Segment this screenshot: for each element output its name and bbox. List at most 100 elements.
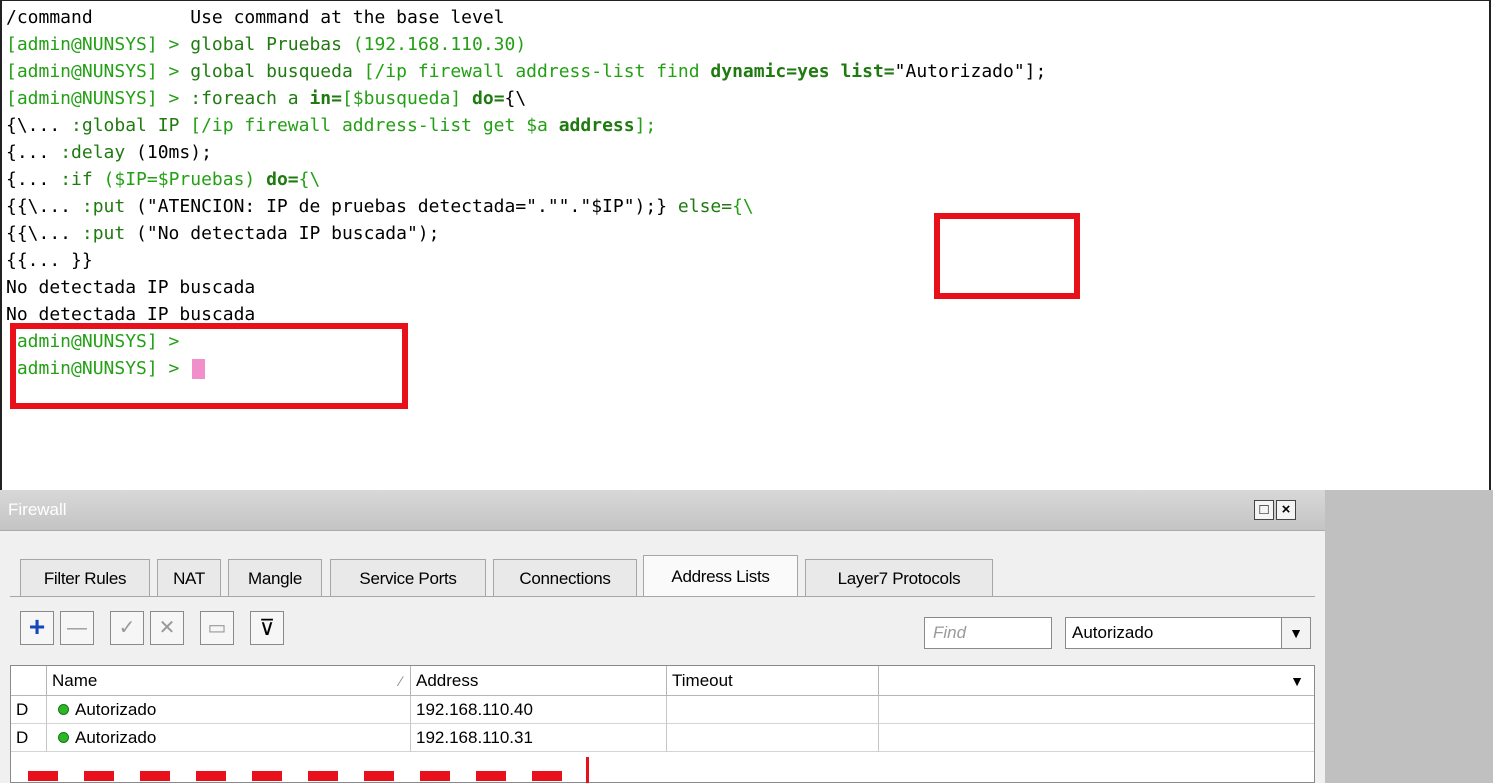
terminal-output: No detectada IP buscada [6, 304, 256, 325]
row-flag: D [11, 724, 47, 752]
terminal-command: :put [81, 223, 137, 244]
remove-button[interactable]: — [60, 611, 94, 645]
highlight-dash [532, 771, 562, 781]
tab-service-ports[interactable]: Service Ports [330, 559, 486, 597]
terminal-command: global Pruebas [190, 34, 353, 55]
address-list-filter-select[interactable]: Autorizado ▼ [1065, 617, 1311, 649]
terminal-command: :foreach a [190, 88, 310, 109]
terminal-line: [admin@NUNSYS] > :foreach a in=[$busqued… [6, 86, 526, 112]
dropdown-arrow-icon[interactable]: ▼ [1281, 618, 1310, 648]
terminal-line: /command Use command at the base level [6, 5, 505, 31]
terminal-line: {{\... :put ("No detectada IP buscada"); [6, 221, 439, 247]
terminal-argument: ("ATENCION: IP de pruebas detectada=".""… [136, 196, 668, 217]
terminal-text: /command Use command at the base level [6, 7, 505, 28]
firewall-body: Filter Rules NAT Mangle Service Ports Co… [0, 531, 1326, 783]
terminal-line: {... :delay (10ms); [6, 140, 212, 166]
restore-icon: □ [1259, 501, 1269, 518]
terminal-continuation: {... [6, 169, 61, 190]
close-button[interactable]: × [1276, 500, 1296, 520]
terminal-keyword: dynamic=yes list= [710, 61, 895, 82]
terminal-command: :put [81, 196, 137, 217]
side-panel [1325, 490, 1493, 783]
highlight-dash [84, 771, 114, 781]
column-header-extra[interactable]: ▼ [879, 666, 1314, 696]
highlight-box-output [10, 323, 408, 409]
terminal-window[interactable]: /command Use command at the base level [… [0, 0, 1491, 490]
row-address: 192.168.110.31 [411, 724, 667, 752]
status-dot-icon [58, 732, 69, 744]
terminal-argument: [$busqueda] [341, 88, 473, 109]
tab-filter-rules[interactable]: Filter Rules [20, 559, 150, 597]
terminal-prompt: [admin@NUNSYS] > [6, 34, 191, 55]
row-flag: D [11, 696, 47, 724]
terminal-command: :if [60, 169, 104, 190]
filter-icon: ⊽ [258, 615, 276, 640]
highlight-dash [252, 771, 282, 781]
highlight-box-else [934, 213, 1080, 299]
terminal-command: :global IP [71, 115, 191, 136]
terminal-command: :delay [60, 142, 137, 163]
terminal-output: No detectada IP buscada [6, 277, 256, 298]
enable-button[interactable]: ✓ [110, 611, 144, 645]
terminal-keyword: do= [472, 88, 505, 109]
terminal-argument: [/ip firewall address-list find [363, 61, 711, 82]
column-header-address[interactable]: Address [411, 666, 667, 696]
highlight-dash [28, 771, 58, 781]
column-menu-icon[interactable]: ▼ [1290, 666, 1304, 696]
close-icon: × [1281, 501, 1291, 518]
terminal-string: "Autorizado"]; [894, 61, 1047, 82]
tab-connections[interactable]: Connections [493, 559, 637, 597]
terminal-prompt: [admin@NUNSYS] > [6, 88, 191, 109]
comment-icon: ▭ [207, 617, 227, 639]
address-list-filter-value: Autorizado [1072, 623, 1154, 642]
terminal-command: global busqueda [190, 61, 364, 82]
tab-divider [10, 596, 1315, 597]
terminal-line: [admin@NUNSYS] > global Pruebas (192.168… [6, 32, 526, 58]
terminal-keyword: do= [266, 169, 299, 190]
disable-button[interactable]: ✕ [150, 611, 184, 645]
terminal-line: {\... :global IP [/ip firewall address-l… [6, 113, 656, 139]
row-address: 192.168.110.40 [411, 696, 667, 724]
terminal-continuation: {{... }} [6, 250, 93, 271]
row-name-text: Autorizado [75, 700, 157, 719]
column-label-name: Name [52, 671, 98, 690]
comment-button[interactable]: ▭ [200, 611, 234, 645]
restore-button[interactable]: □ [1254, 500, 1274, 520]
firewall-window: Firewall □ × Filter Rules NAT Mangle Ser… [0, 490, 1493, 783]
terminal-keyword: else= [667, 196, 733, 217]
add-button[interactable]: + [20, 611, 54, 645]
check-icon: ✓ [118, 617, 136, 639]
highlight-dash [364, 771, 394, 781]
terminal-line: {... :if ($IP=$Pruebas) do={\ [6, 167, 320, 193]
terminal-argument: ("No detectada IP buscada"); [136, 223, 440, 244]
column-header-flag[interactable] [11, 666, 47, 696]
highlight-dash [586, 757, 589, 783]
terminal-prompt: [admin@NUNSYS] > [6, 61, 191, 82]
filter-button[interactable]: ⊽ [250, 611, 284, 645]
terminal-keyword: in= [309, 88, 342, 109]
sort-indicator-icon: ∕ [399, 673, 402, 689]
find-input[interactable]: Find [924, 617, 1052, 649]
highlight-dash [308, 771, 338, 781]
terminal-text: {\ [298, 169, 321, 190]
highlight-dash [196, 771, 226, 781]
window-title: Firewall [8, 500, 67, 519]
terminal-argument: ($IP=$Pruebas) [103, 169, 267, 190]
tab-address-lists[interactable]: Address Lists [643, 555, 798, 597]
terminal-text: ]; [634, 115, 657, 136]
highlight-dash [140, 771, 170, 781]
terminal-continuation: {{\... [6, 196, 82, 217]
highlight-dash [476, 771, 506, 781]
status-dot-icon [58, 704, 69, 716]
terminal-argument: (10ms); [136, 142, 212, 163]
window-titlebar[interactable]: Firewall □ × [0, 490, 1325, 531]
plus-icon: + [28, 611, 46, 642]
tab-nat[interactable]: NAT [157, 559, 221, 597]
column-header-name[interactable]: Name ∕ [47, 666, 411, 696]
terminal-variable: $a [526, 115, 559, 136]
column-header-timeout[interactable]: Timeout [667, 666, 879, 696]
tab-mangle[interactable]: Mangle [228, 559, 322, 597]
address-list-table: Name ∕ Address Timeout ▼ D Autorizado 192… [10, 665, 1315, 783]
tab-layer7-protocols[interactable]: Layer7 Protocols [805, 559, 993, 597]
terminal-keyword: address [558, 115, 635, 136]
